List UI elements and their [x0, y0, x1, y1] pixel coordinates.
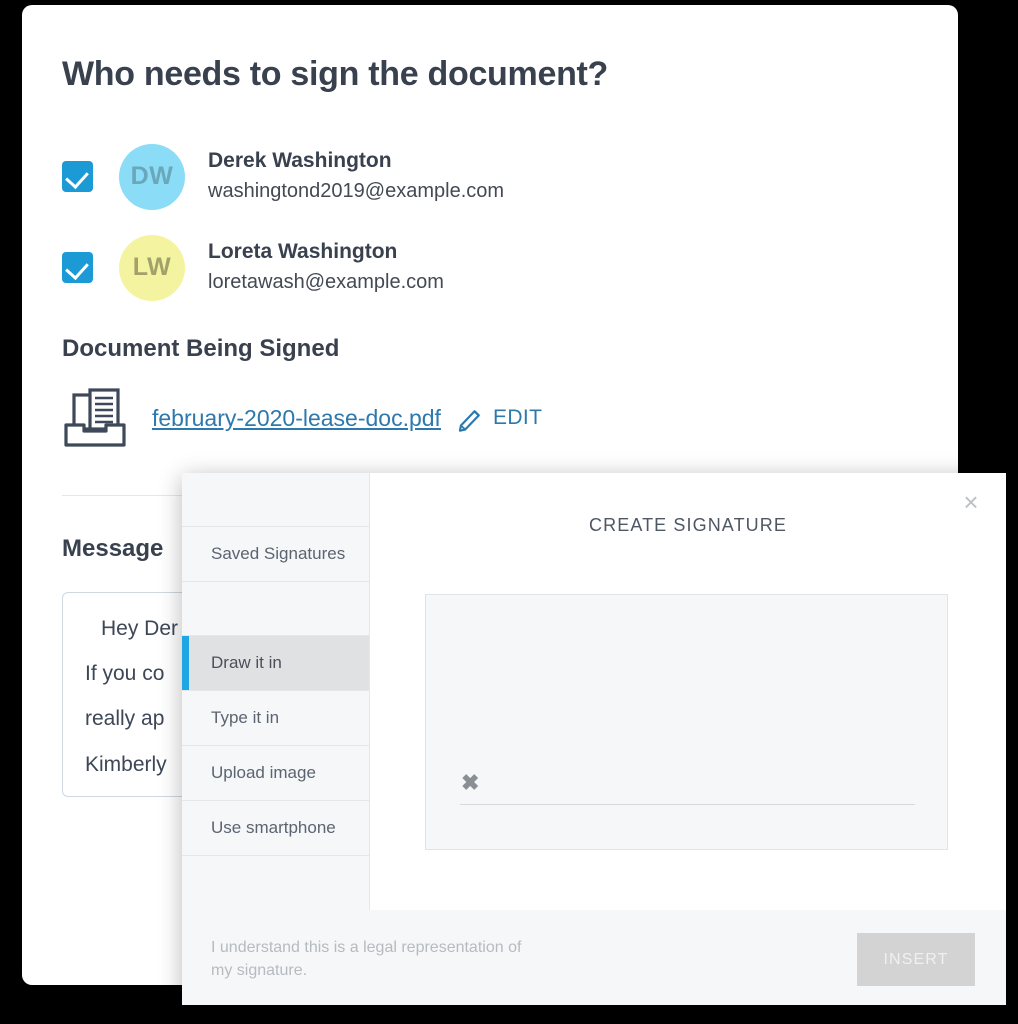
document-filename-link[interactable]: february-2020-lease-doc.pdf — [152, 405, 441, 432]
legal-disclaimer: I understand this is a legal representat… — [211, 939, 522, 980]
sidebar-item-upload-image[interactable]: Upload image — [182, 746, 370, 801]
close-icon[interactable]: × — [958, 489, 984, 515]
sidebar-item-label: Draw it in — [211, 653, 282, 672]
signature-baseline — [460, 804, 915, 805]
check-icon — [65, 164, 89, 190]
signature-method-sidebar: Saved Signatures Draw it in Type it in U… — [182, 473, 370, 966]
edit-label: EDIT — [492, 406, 543, 429]
create-signature-modal: Saved Signatures Draw it in Type it in U… — [182, 473, 1006, 1005]
sidebar-item-saved-signatures[interactable]: Saved Signatures — [182, 527, 370, 582]
signer-email: loretawash@example.com — [208, 271, 444, 294]
signer-checkbox-loreta[interactable] — [62, 252, 93, 283]
sidebar-spacer-mid — [182, 582, 370, 636]
signer-row[interactable]: DW Derek Washington washingtond2019@exam… — [62, 131, 762, 222]
check-icon — [65, 255, 89, 281]
edit-document-button[interactable]: EDIT — [457, 405, 542, 432]
sidebar-item-draw-it-in[interactable]: Draw it in — [182, 636, 370, 691]
sidebar-item-label: Use smartphone — [211, 818, 336, 837]
avatar: DW — [119, 143, 185, 210]
sidebar-item-label: Upload image — [211, 763, 316, 782]
sidebar-spacer-top — [182, 473, 370, 527]
modal-footer: I understand this is a legal representat… — [182, 910, 1006, 1005]
sidebar-item-label: Saved Signatures — [211, 544, 346, 563]
document-section-heading: Document Being Signed — [62, 335, 340, 362]
modal-body: Saved Signatures Draw it in Type it in U… — [182, 473, 1006, 966]
pencil-icon — [458, 409, 480, 432]
signature-x-mark: ✖ — [461, 770, 480, 795]
modal-title: CREATE SIGNATURE — [589, 515, 787, 535]
sidebar-item-type-it-in[interactable]: Type it in — [182, 691, 370, 746]
avatar: LW — [119, 234, 185, 301]
signer-name: Loreta Washington — [208, 240, 398, 264]
signer-details: Loreta Washington loretawash@example.com — [208, 239, 444, 295]
document-tray-icon — [64, 388, 126, 447]
insert-button[interactable]: INSERT — [857, 933, 975, 986]
page-title: Who needs to sign the document? — [62, 55, 609, 93]
sidebar-item-use-smartphone[interactable]: Use smartphone — [182, 801, 370, 856]
signer-checkbox-derek[interactable] — [62, 161, 93, 192]
signer-list: DW Derek Washington washingtond2019@exam… — [62, 131, 762, 313]
signer-name: Derek Washington — [208, 149, 392, 173]
message-section-heading: Message — [62, 535, 164, 562]
signer-details: Derek Washington washingtond2019@example… — [208, 148, 504, 204]
document-row: february-2020-lease-doc.pdf EDIT — [62, 387, 542, 449]
signer-row[interactable]: LW Loreta Washington loretawash@example.… — [62, 222, 762, 313]
sidebar-item-label: Type it in — [211, 708, 280, 727]
signer-email: washingtond2019@example.com — [208, 180, 505, 203]
signature-draw-canvas[interactable]: ✖ — [425, 594, 948, 850]
